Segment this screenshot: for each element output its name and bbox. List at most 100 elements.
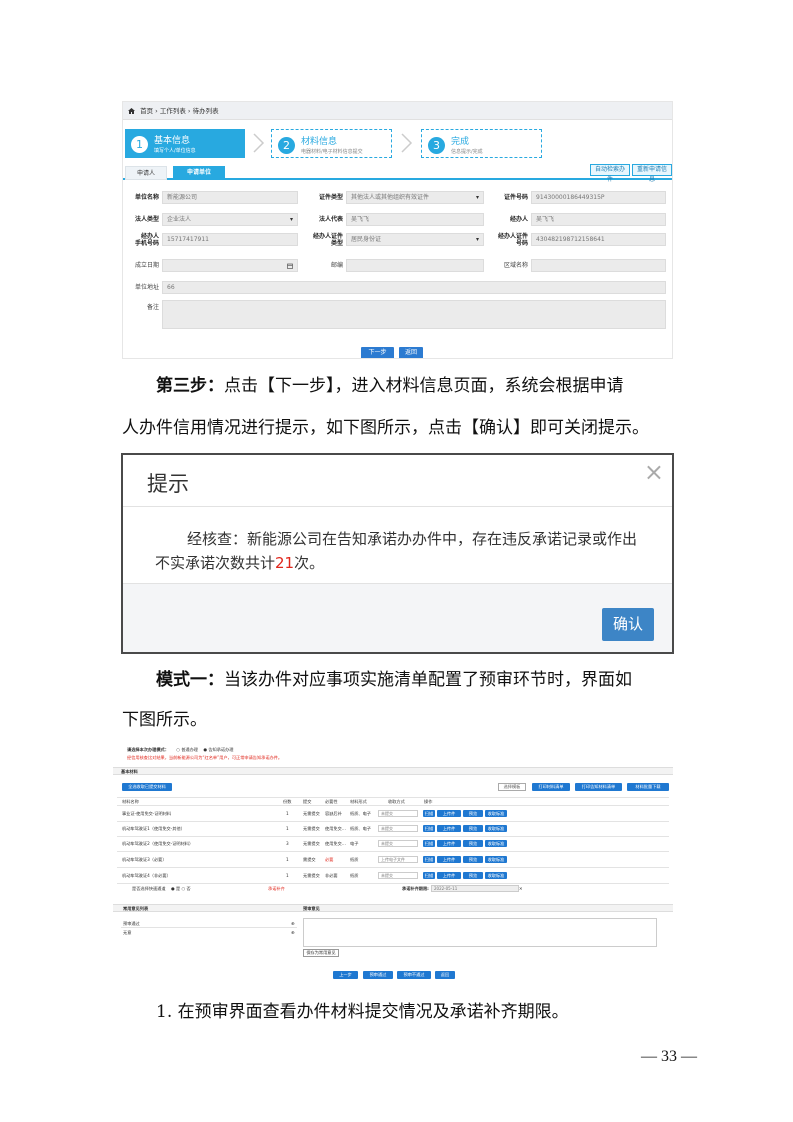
upload-button[interactable]: 上传件 bbox=[437, 825, 461, 832]
found-date-field[interactable] bbox=[162, 259, 298, 272]
print-notice-list-button[interactable]: 打印告知材料清单 bbox=[575, 783, 622, 791]
choose-template-button[interactable]: 选择模板 bbox=[498, 783, 526, 791]
reapply-info-button[interactable]: 重新申请信息 bbox=[632, 164, 672, 183]
region-field[interactable] bbox=[531, 259, 666, 272]
back-button[interactable]: 返回 bbox=[399, 347, 423, 358]
remark-label: 备注 bbox=[146, 304, 159, 311]
material-submit: 需提交 bbox=[303, 857, 316, 862]
row-divider bbox=[117, 867, 669, 868]
handler-field[interactable]: 吴飞飞 bbox=[531, 213, 666, 226]
material-necessity: 使用免交… bbox=[325, 826, 346, 831]
scan-button[interactable]: 扫描 bbox=[423, 840, 435, 847]
breadcrumb-todo-list[interactable]: 待办列表 bbox=[193, 107, 219, 115]
upload-button[interactable]: 上传件 bbox=[437, 840, 461, 847]
scan-button[interactable]: 扫描 bbox=[423, 825, 435, 832]
receive-select[interactable]: 未提交 bbox=[378, 840, 418, 847]
opinion-item-none[interactable]: 无意 bbox=[123, 930, 131, 935]
opinion-item-pass[interactable]: 预审通过 bbox=[123, 921, 140, 926]
upload-button[interactable]: 上传件 bbox=[437, 856, 461, 863]
material-count: 1 bbox=[286, 873, 289, 878]
standard-button[interactable]: 收取标准 bbox=[485, 840, 507, 847]
preview-button[interactable]: 预览 bbox=[463, 825, 483, 832]
receive-select[interactable]: 未提交 bbox=[378, 872, 418, 879]
preview-button[interactable]: 预览 bbox=[463, 810, 483, 817]
legal-rep-field[interactable]: 吴飞飞 bbox=[346, 213, 484, 226]
scan-button[interactable]: 扫描 bbox=[423, 810, 435, 817]
step-complete: 3 完成 信息提示/完成 bbox=[421, 129, 542, 158]
receive-select[interactable]: 上传电子文件 bbox=[378, 856, 418, 863]
legal-type-select[interactable]: 企业法人 ▾ bbox=[162, 213, 298, 226]
next-step-button[interactable]: 下一步 bbox=[361, 347, 394, 358]
material-submit: 无需提交 bbox=[303, 841, 320, 846]
receive-select[interactable]: 未提交 bbox=[378, 825, 418, 832]
standard-button[interactable]: 收取标准 bbox=[485, 856, 507, 863]
dept-name-field[interactable]: 新能源公司 bbox=[162, 191, 298, 204]
scan-button[interactable]: 扫描 bbox=[423, 872, 435, 879]
radio-promise[interactable]: ● 告知承诺办理 bbox=[203, 747, 233, 752]
preview-button[interactable]: 预览 bbox=[463, 872, 483, 879]
remark-textarea[interactable] bbox=[162, 300, 666, 329]
dropdown-caret-icon: ▾ bbox=[475, 194, 479, 201]
cert-type-select[interactable]: 其他法人或其他组织有效证件 ▾ bbox=[346, 191, 484, 204]
review-pass-button[interactable]: 预审通过 bbox=[363, 971, 393, 979]
confirm-button[interactable]: 确认 bbox=[602, 608, 654, 641]
legal-rep-label: 法人代表 bbox=[318, 216, 343, 223]
batch-download-button[interactable]: 材料批量下载 bbox=[627, 783, 669, 791]
breadcrumb-home[interactable]: 首页 bbox=[140, 107, 153, 115]
standard-button[interactable]: 收取标准 bbox=[485, 872, 507, 879]
save-common-button[interactable]: 保存为常用意见 bbox=[303, 949, 339, 957]
preview-button[interactable]: 预览 bbox=[463, 856, 483, 863]
found-date-label: 成立日期 bbox=[134, 262, 159, 269]
auto-retrieve-button[interactable]: 自动检索办件 bbox=[590, 164, 630, 183]
dialog-message: 经核查：新能源公司在告知承诺办办件中，存在违反承诺记录或作出 不实承诺次数共计2… bbox=[155, 530, 638, 572]
col-operation: 操作 bbox=[424, 799, 433, 804]
cert-no-field[interactable]: 91430000186449315P bbox=[531, 191, 666, 204]
tab-applicant[interactable]: 申请人 bbox=[125, 166, 167, 180]
col-material-name: 材料名称 bbox=[122, 799, 139, 804]
upload-button[interactable]: 上传件 bbox=[437, 810, 461, 817]
handler-phone-field[interactable]: 15717417911 bbox=[162, 233, 298, 246]
material-name: 机动车驾驶证4（非必要） bbox=[122, 873, 171, 878]
print-material-list-button[interactable]: 打印材料清单 bbox=[532, 783, 570, 791]
handler-phone-label: 经办人 手机号码 bbox=[134, 233, 159, 247]
select-all-submitted-button[interactable]: 全选收取已提交材料 bbox=[122, 783, 172, 791]
deadline-field[interactable]: 2022-05-11 bbox=[431, 885, 519, 892]
col-receive: 收取方式 bbox=[388, 799, 405, 804]
receive-select[interactable]: 未提交 bbox=[378, 810, 418, 817]
breadcrumb-work-list[interactable]: 工作列表 bbox=[160, 107, 186, 115]
step3-paragraph-line1: 第三步：点击【下一步】，进入材料信息页面，系统会根据申请 bbox=[156, 376, 624, 396]
circle-plus-icon[interactable]: ⊕ bbox=[291, 921, 295, 926]
breadcrumb: 首页 › 工作列表 › 待办列表 bbox=[123, 102, 672, 120]
material-necessity: 非必要 bbox=[325, 873, 338, 878]
calendar-icon[interactable] bbox=[287, 263, 293, 269]
pre-review-screenshot: 请选择本次办理模式： ○ 普通办理 ● 告知承诺办理 经信用核查比对结果，当前新… bbox=[113, 745, 673, 983]
address-field[interactable]: 66 bbox=[162, 281, 666, 294]
dialog-title: 提示 bbox=[147, 472, 189, 496]
prev-step-button[interactable]: 上一步 bbox=[333, 971, 358, 979]
region-label: 区域名称 bbox=[503, 262, 528, 269]
page-number: — 33 — bbox=[641, 1048, 697, 1065]
common-opinion-label: 常用意见列表 bbox=[123, 906, 149, 911]
scan-button[interactable]: 扫描 bbox=[423, 856, 435, 863]
handler-cert-no-field[interactable]: 430482198712158641 bbox=[531, 233, 666, 246]
radio-fast-yes[interactable]: ● 是 bbox=[171, 886, 180, 891]
standard-button[interactable]: 收取标准 bbox=[485, 810, 507, 817]
material-count: 1 bbox=[286, 857, 289, 862]
handler-cert-type-select[interactable]: 居民身份证 ▾ bbox=[346, 233, 484, 246]
review-fail-button[interactable]: 预审不通过 bbox=[397, 971, 431, 979]
circle-plus-icon[interactable]: ⊕ bbox=[291, 930, 295, 935]
tab-applicant-unit[interactable]: 申请单位 bbox=[173, 166, 225, 180]
row-divider bbox=[117, 821, 669, 822]
basic-material-section: 基本材料 bbox=[113, 767, 673, 775]
upload-button[interactable]: 上传件 bbox=[437, 872, 461, 879]
postcode-field[interactable] bbox=[346, 259, 484, 272]
material-form: 纸质、电子 bbox=[350, 826, 371, 831]
opinion-textarea[interactable] bbox=[303, 918, 657, 947]
preview-button[interactable]: 预览 bbox=[463, 840, 483, 847]
close-icon[interactable]: × bbox=[644, 460, 664, 484]
return-button[interactable]: 返回 bbox=[435, 971, 455, 979]
clear-deadline-icon[interactable]: ✕ bbox=[519, 886, 523, 891]
standard-button[interactable]: 收取标准 bbox=[485, 825, 507, 832]
radio-fast-no[interactable]: ○ 否 bbox=[182, 886, 191, 891]
radio-normal[interactable]: ○ 普通办理 bbox=[176, 747, 198, 752]
